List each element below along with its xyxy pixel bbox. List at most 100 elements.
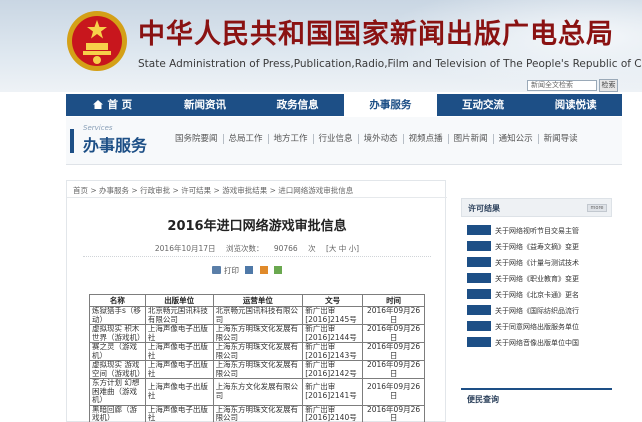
table-cell: 北京畅元国讯科技有限公司 — [144, 306, 214, 325]
section-header: Services 办事服务 国务院要闻 总局工作 地方工作 行业信息 境外动态 … — [66, 117, 622, 165]
font-size-options[interactable]: [大 中 小] — [326, 244, 359, 253]
section-link[interactable]: 总局工作 — [224, 134, 269, 144]
table-row: 虚拟现实 游戏空间（游戏机） 上海声像电子出版社 上海东方明珠文化发展有限公司 … — [89, 360, 425, 379]
list-item-label: 关于网络《北京卡通》更名 — [495, 291, 579, 299]
bullet-icon — [467, 337, 491, 347]
table-header: 文号 — [302, 294, 364, 307]
font-large-icon[interactable] — [245, 266, 254, 274]
section-link[interactable]: 地方工作 — [269, 134, 314, 144]
sidebar-title: 许可结果 — [468, 204, 500, 213]
section-title-cn: 办事服务 — [83, 136, 148, 155]
font-medium-icon[interactable] — [259, 266, 268, 274]
divider — [83, 256, 431, 257]
print-button[interactable]: 打印 — [224, 266, 239, 275]
sidebar-header-2: 便民查询 — [461, 388, 612, 407]
article-panel: 首页 > 办事服务 > 行政审批 > 许可结果 > 游戏审批结果 > 进口网络游… — [66, 180, 447, 422]
nav-item-news[interactable]: 新闻资讯 — [159, 94, 252, 116]
table-cell: 2016年09月26日 — [362, 360, 425, 379]
nav-item-home[interactable]: 首 页 — [66, 94, 159, 116]
table-header-row: 名称 出版单位 运营单位 文号 时间 — [89, 294, 425, 307]
table-cell: 北京畅元国讯科技有限公司 — [212, 306, 304, 325]
table-cell: 上海东方明珠文化发展有限公司 — [212, 404, 304, 422]
list-item[interactable]: 关于网络视听节目交易主管 — [467, 225, 612, 241]
table-cell: 2016年09月26日 — [362, 404, 425, 422]
bullet-icon — [467, 289, 491, 299]
table-row: 黑暗回廊（游戏机） 上海声像电子出版社 上海东方明珠文化发展有限公司 新广出审[… — [89, 404, 425, 422]
table-row: 东方计划 幻想困难曲（游戏机） 上海声像电子出版社 上海东方文化发展有限公司 新… — [89, 378, 425, 406]
list-item-label: 关于网络视听节目交易主管 — [495, 227, 579, 235]
sidebar-header: 许可结果 more — [461, 198, 612, 217]
table-cell: 上海声像电子出版社 — [144, 360, 214, 379]
table-cell: 2016年09月26日 — [362, 306, 425, 325]
table-cell: 上海东方文化发展有限公司 — [212, 378, 304, 406]
list-item-label: 关于网络《国际纺织品流行 — [495, 307, 579, 315]
nav-item-services[interactable]: 办事服务 — [344, 94, 437, 116]
table-cell: 虚拟现实 游戏空间（游戏机） — [89, 360, 146, 379]
site-title-cn: 中华人民共和国国家新闻出版广电总局 — [138, 19, 614, 50]
section-title-en: Services — [83, 124, 113, 132]
nav-item-reading[interactable]: 阅读悦读 — [529, 94, 622, 116]
table-cell: 新广出审[2016]2144号 — [302, 324, 364, 343]
approval-table: 名称 出版单位 运营单位 文号 时间 炼狱猎手s（移动） 北京畅元国讯科技有限公… — [89, 294, 425, 422]
table-cell: 上海东方明珠文化发展有限公司 — [212, 342, 304, 361]
table-cell: 上海东方明珠文化发展有限公司 — [212, 360, 304, 379]
table-cell: 新广出审[2016]2143号 — [302, 342, 364, 361]
article-date: 2016年10月17日 — [154, 244, 216, 253]
more-button[interactable]: more — [587, 204, 607, 212]
list-item-label: 关于网络《计量与测试技术 — [495, 259, 579, 267]
list-item[interactable]: 关于网络音像出版单位中国 — [467, 337, 612, 353]
list-item[interactable]: 关于网络《计量与测试技术 — [467, 257, 612, 273]
table-header: 运营单位 — [212, 294, 304, 307]
section-link[interactable]: 行业信息 — [314, 134, 359, 144]
section-link[interactable]: 视频点播 — [404, 134, 449, 144]
breadcrumb[interactable]: 首页 > 办事服务 > 行政审批 > 许可结果 > 游戏审批结果 > 进口网络游… — [73, 185, 353, 196]
table-header: 名称 — [89, 294, 146, 307]
list-item[interactable]: 关于网络《职业教育》变更 — [467, 273, 612, 289]
table-cell: 新广出审[2016]2141号 — [302, 378, 364, 406]
table-cell: 上海声像电子出版社 — [144, 342, 214, 361]
table-cell: 2016年09月26日 — [362, 378, 425, 406]
home-icon — [92, 100, 103, 109]
nav-item-interaction[interactable]: 互动交流 — [437, 94, 530, 116]
bullet-icon — [467, 305, 491, 315]
table-cell: 2016年09月26日 — [362, 342, 425, 361]
bullet-icon — [467, 225, 491, 235]
bullet-icon — [467, 241, 491, 251]
search-button[interactable]: 检索 — [599, 79, 618, 92]
main-nav: 首 页 新闻资讯 政务信息 办事服务 互动交流 阅读悦读 — [66, 94, 622, 116]
font-small-icon[interactable] — [274, 266, 283, 274]
divider — [67, 197, 447, 198]
views-unit: 次 — [308, 244, 316, 253]
table-row: 虚拟现实 积木世界（游戏机） 上海声像电子出版社 上海东方明珠文化发展有限公司 … — [89, 324, 425, 343]
table-row: 赛之灵（游戏机） 上海声像电子出版社 上海东方明珠文化发展有限公司 新广出审[2… — [89, 342, 425, 361]
nav-item-government[interactable]: 政务信息 — [251, 94, 344, 116]
table-cell: 炼狱猎手s（移动） — [89, 306, 146, 325]
sidebar-title-2: 便民查询 — [467, 395, 499, 404]
article-meta: 2016年10月17日 浏览次数： 90766 次 [大 中 小] — [67, 243, 447, 254]
section-link[interactable]: 国务院要闻 — [170, 134, 224, 144]
table-cell: 新广出审[2016]2145号 — [302, 306, 364, 325]
list-item[interactable]: 关于网络《益寿文摘》变更 — [467, 241, 612, 257]
list-item-label: 关于网络音像出版单位中国 — [495, 339, 579, 347]
site-title-en: State Administration of Press,Publicatio… — [138, 58, 642, 70]
section-accent-bar — [70, 129, 74, 153]
national-emblem-icon — [67, 11, 127, 71]
section-link[interactable]: 图片新闻 — [449, 134, 494, 144]
table-cell: 赛之灵（游戏机） — [89, 342, 146, 361]
table-row: 炼狱猎手s（移动） 北京畅元国讯科技有限公司 北京畅元国讯科技有限公司 新广出审… — [89, 306, 425, 325]
bullet-icon — [467, 257, 491, 267]
print-icon[interactable] — [212, 266, 221, 274]
section-link[interactable]: 境外动态 — [359, 134, 404, 144]
table-header: 出版单位 — [144, 294, 214, 307]
list-item[interactable]: 关于网络《国际纺织品流行 — [467, 305, 612, 321]
views-count: 90766 — [273, 244, 298, 253]
table-cell: 上海声像电子出版社 — [144, 404, 214, 422]
article-tools: 打印 — [212, 265, 283, 276]
list-item[interactable]: 关于网络《北京卡通》更名 — [467, 289, 612, 305]
table-cell: 上海东方明珠文化发展有限公司 — [212, 324, 304, 343]
section-link[interactable]: 通知公示 — [494, 134, 539, 144]
list-item-label: 关于网络《职业教育》变更 — [495, 275, 579, 283]
list-item[interactable]: 关于同意网络出版服务单位 — [467, 321, 612, 337]
search-input[interactable]: 新闻全文检索 — [527, 80, 597, 91]
section-link[interactable]: 新闻导读 — [539, 134, 583, 144]
